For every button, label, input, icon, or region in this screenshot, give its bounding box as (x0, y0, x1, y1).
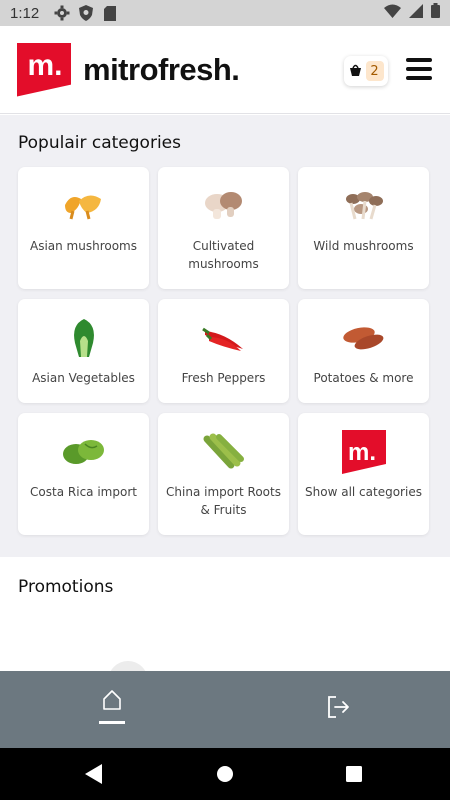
category-card-fresh-peppers[interactable]: Fresh Peppers (158, 299, 289, 403)
potatoes-image (298, 315, 429, 361)
app-header: m. mitrofresh. 2 (0, 26, 450, 114)
category-label: Costa Rica import (30, 485, 137, 499)
system-navigation-bar (0, 748, 450, 800)
china-roots-image (158, 429, 289, 475)
shield-icon (77, 4, 95, 22)
status-bar: 1:12 (0, 0, 450, 26)
cart-button[interactable]: 2 (344, 56, 388, 86)
basket-icon (349, 62, 362, 81)
categories-section: Populair categories Asian mushrooms Cult… (0, 115, 450, 557)
logout-button[interactable] (318, 689, 358, 729)
costa-rica-image (18, 429, 149, 475)
logout-icon (325, 694, 351, 724)
category-card-potatoes[interactable]: Potatoes & more (298, 299, 429, 403)
cellular-signal-icon (409, 3, 423, 23)
category-label: Show all categories (305, 485, 422, 499)
category-card-china-import-roots[interactable]: China import Roots & Fruits (158, 413, 289, 535)
wifi-icon (384, 4, 401, 23)
asian-mushrooms-image (18, 183, 149, 229)
category-label: Potatoes & more (313, 371, 414, 385)
category-label: Wild mushrooms (313, 239, 414, 253)
recents-icon[interactable] (342, 762, 366, 786)
category-card-cultivated-mushrooms[interactable]: Cultivated mushrooms (158, 167, 289, 289)
category-card-asian-vegetables[interactable]: Asian Vegetables (18, 299, 149, 403)
promotions-title: Promotions (18, 577, 114, 597)
wild-mushrooms-image (298, 183, 429, 229)
home-circle-icon[interactable] (213, 762, 237, 786)
home-icon (101, 689, 123, 715)
promotion-image[interactable] (108, 661, 148, 671)
battery-icon (431, 3, 440, 23)
cart-count-badge: 2 (365, 61, 384, 81)
gear-icon (53, 4, 71, 22)
category-label: Fresh Peppers (181, 371, 266, 385)
status-time: 1:12 (10, 4, 40, 22)
back-icon[interactable] (82, 762, 106, 786)
bottom-navigation (0, 671, 450, 748)
category-label: China import Roots & Fruits (166, 485, 281, 517)
asian-vegetables-image (18, 315, 149, 361)
svg-text:m.: m. (348, 439, 376, 466)
cultivated-mushrooms-image (158, 183, 289, 229)
active-tab-indicator (99, 721, 125, 724)
category-card-costa-rica-import[interactable]: Costa Rica import (18, 413, 149, 535)
logo-text[interactable]: mitrofresh. (83, 52, 240, 88)
category-card-wild-mushrooms[interactable]: Wild mushrooms (298, 167, 429, 289)
categories-title: Populair categories (18, 133, 181, 153)
sd-card-icon (101, 4, 119, 22)
home-tab[interactable] (92, 689, 132, 735)
category-label: Asian mushrooms (29, 239, 137, 253)
category-card-asian-mushrooms[interactable]: Asian mushrooms (18, 167, 149, 289)
mitrofresh-logo-icon: m. (298, 429, 429, 475)
promotions-section: Promotions (0, 557, 450, 671)
category-label: Cultivated mushrooms (188, 239, 259, 271)
fresh-peppers-image (158, 315, 289, 361)
category-card-show-all[interactable]: m. Show all categories (298, 413, 429, 535)
category-label: Asian Vegetables (32, 371, 135, 385)
logo-mark[interactable]: m. (17, 42, 71, 97)
hamburger-menu-icon[interactable] (406, 58, 432, 80)
